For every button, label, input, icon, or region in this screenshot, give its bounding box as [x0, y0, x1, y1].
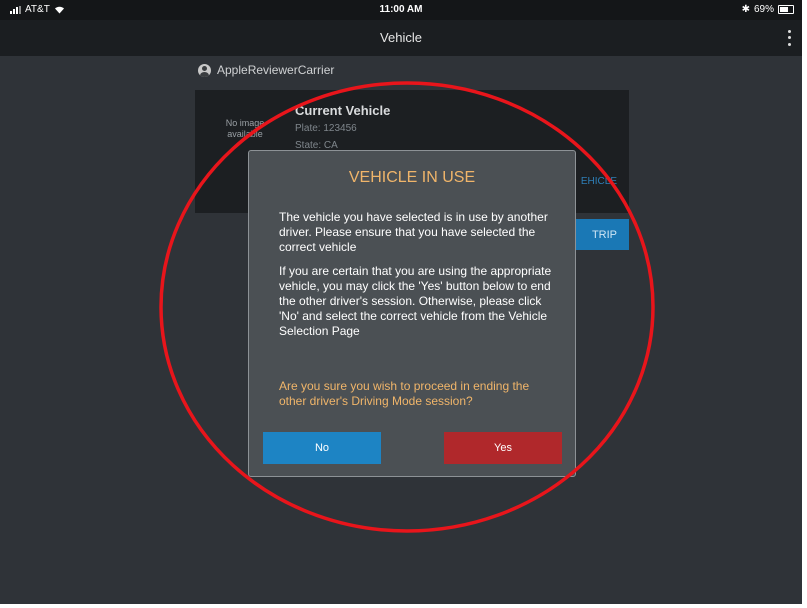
no-button[interactable]: No — [263, 432, 381, 464]
vehicle-in-use-dialog: VEHICLE IN USE The vehicle you have sele… — [248, 150, 576, 477]
bluetooth-icon: ✱ — [741, 4, 750, 15]
dialog-title: VEHICLE IN USE — [348, 169, 476, 186]
change-vehicle-link[interactable]: EHICLE — [581, 176, 617, 187]
account-row: AppleReviewerCarrier — [198, 63, 334, 77]
current-vehicle-title: Current Vehicle — [295, 103, 391, 118]
dialog-message-1: The vehicle you have selected is in use … — [279, 210, 548, 254]
status-time: 11:00 AM — [379, 4, 423, 15]
more-vertical-icon[interactable] — [786, 28, 792, 48]
status-bar: AT&T 11:00 AM ✱ 69% — [0, 0, 802, 20]
account-name: AppleReviewerCarrier — [217, 63, 335, 77]
nav-bar: Vehicle — [0, 20, 802, 56]
yes-button[interactable]: Yes — [444, 432, 562, 464]
dialog-question: Are you sure you wish to proceed in endi… — [279, 379, 530, 408]
battery-percent: 69% — [753, 4, 774, 15]
vehicle-image-placeholder: No image available — [225, 118, 265, 139]
battery-icon — [778, 5, 794, 14]
start-trip-label: TRIP — [591, 229, 617, 241]
page-title: Vehicle — [380, 30, 422, 45]
app-screen: AT&T 11:00 AM ✱ 69% Vehicle AppleReviewe… — [0, 0, 802, 604]
user-icon — [198, 63, 211, 77]
vehicle-plate: Plate: 123456 — [295, 123, 357, 134]
status-right: ✱ 69% — [742, 4, 794, 15]
dialog-message-2: If you are certain that you are using th… — [279, 264, 552, 338]
